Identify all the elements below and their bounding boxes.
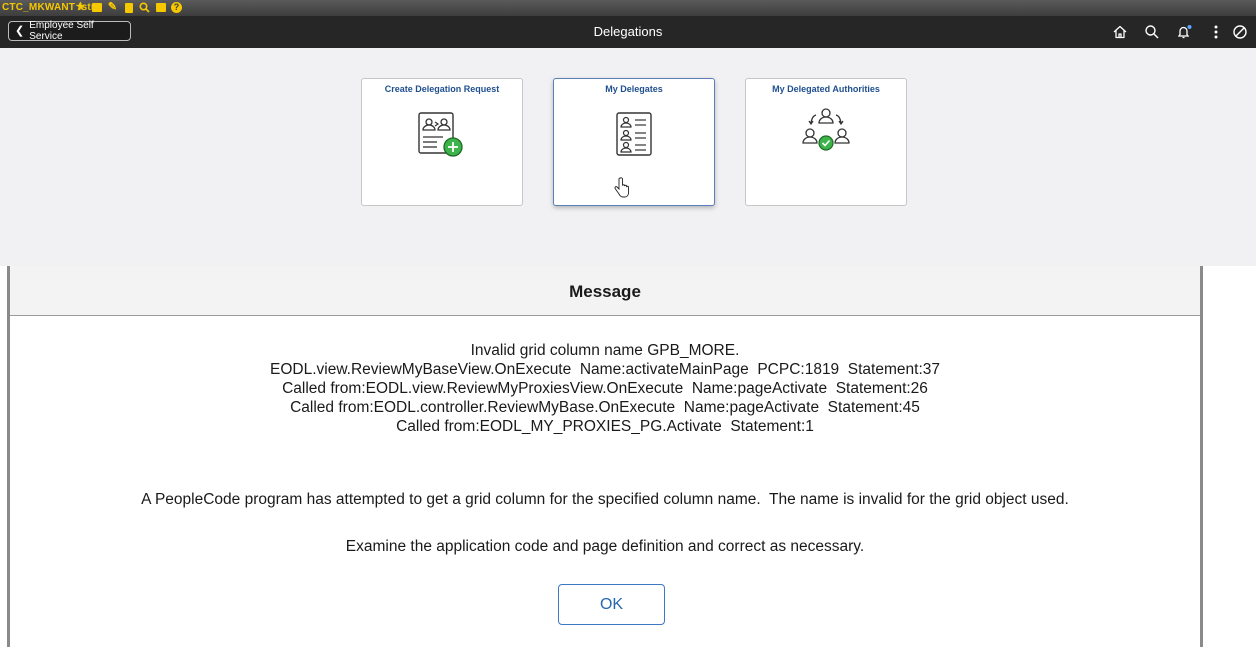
error-line: Called from:EODL.view.ReviewMyProxiesVie…	[282, 380, 928, 397]
error-line: Called from:EODL_MY_PROXIES_PG.Activate …	[396, 418, 814, 435]
tile-create-delegation-request[interactable]: Create Delegation Request	[361, 78, 523, 206]
tile-label: My Delegated Authorities	[772, 84, 880, 94]
ok-button[interactable]: OK	[558, 584, 665, 625]
header-actions	[1104, 16, 1256, 48]
page-title: Delegations	[593, 24, 663, 39]
navbar-icon[interactable]	[1232, 16, 1256, 48]
error-line: EODL.view.ReviewMyBaseView.OnExecute Nam…	[270, 361, 940, 378]
dialog-title: Message	[10, 266, 1200, 316]
actions-menu-icon[interactable]	[1200, 16, 1232, 48]
pencil-icon[interactable]: ✎	[106, 1, 119, 14]
error-explanation: A PeopleCode program has attempted to ge…	[141, 491, 1069, 508]
tile-my-delegated-authorities[interactable]: My Delegated Authorities	[745, 78, 907, 206]
error-line: Invalid grid column name GPB_MORE.	[470, 342, 740, 359]
error-line: Called from:EODL.controller.ReviewMyBase…	[290, 399, 920, 416]
back-button[interactable]: ❮ Employee Self Service	[8, 20, 131, 42]
page-icon[interactable]	[122, 1, 135, 14]
tile-my-delegates[interactable]: My Delegates	[553, 78, 715, 206]
delegates-list-icon	[616, 112, 652, 156]
notification-bell-icon[interactable]	[1168, 16, 1200, 48]
folder-icon[interactable]	[90, 1, 103, 14]
back-button-label: Employee Self Service	[29, 20, 94, 42]
search-icon[interactable]	[1136, 16, 1168, 48]
error-action: Examine the application code and page de…	[345, 538, 865, 555]
hand-cursor-icon	[614, 177, 629, 198]
create-delegation-icon	[418, 112, 463, 157]
refresh-icon[interactable]	[154, 1, 167, 14]
search-icon[interactable]	[138, 1, 151, 14]
page-header: Delegations ❮ Employee Self Service	[0, 16, 1256, 48]
star-icon[interactable]: ★	[74, 1, 87, 14]
tile-label: Create Delegation Request	[384, 84, 500, 94]
delegated-authorities-icon	[802, 108, 850, 151]
error-details: Invalid grid column name GPB_MORE. EODL.…	[10, 341, 1200, 436]
home-icon[interactable]	[1104, 16, 1136, 48]
chevron-left-icon: ❮	[15, 24, 25, 37]
developer-toolbar-icons: ★ ✎ ?	[74, 1, 183, 14]
message-dialog: Message Invalid grid column name GPB_MOR…	[7, 266, 1203, 647]
tile-label: My Delegates	[605, 84, 663, 94]
developer-toolbar: CTC_MKWANT fstra ★ ✎ ?	[0, 0, 1256, 16]
tiles-area: Create Delegation Request My Delegates M…	[0, 48, 1256, 266]
help-icon[interactable]: ?	[170, 1, 183, 14]
